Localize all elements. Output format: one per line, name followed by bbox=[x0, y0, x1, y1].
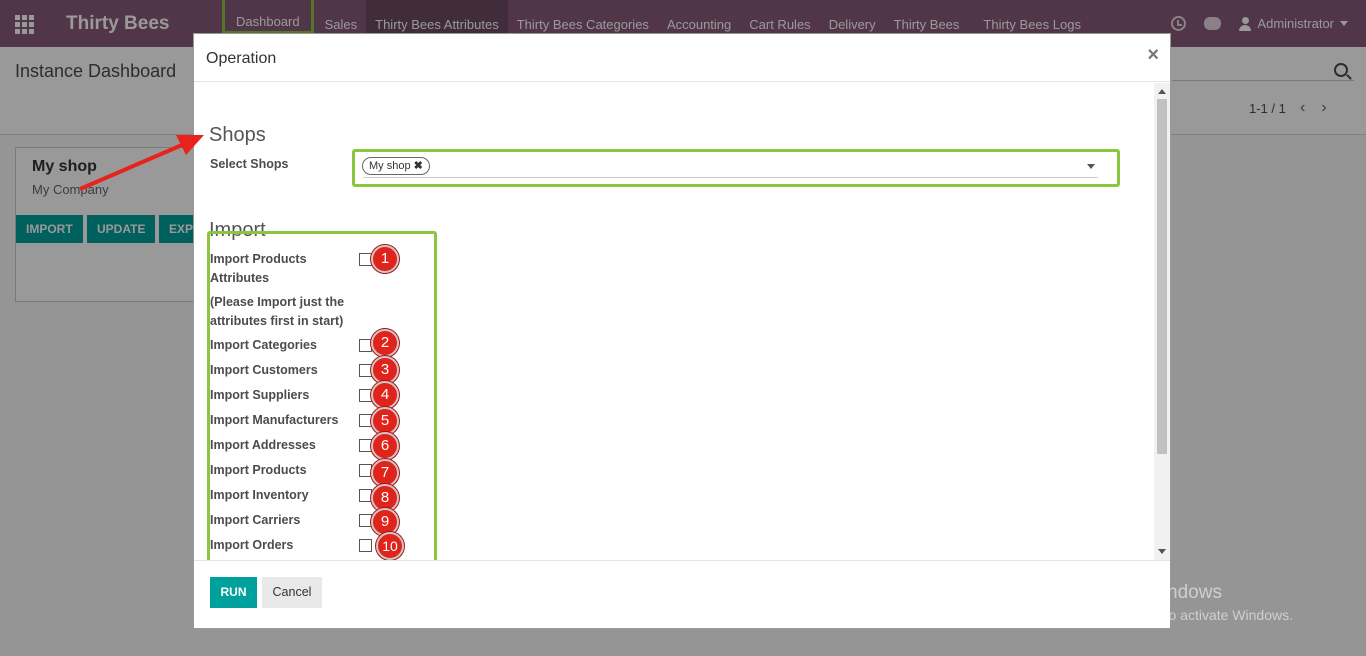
watermark-line2: Go to Settings to activate Windows. bbox=[1072, 607, 1293, 623]
windows-activation-watermark: Activate Windows Go to Settings to activ… bbox=[1072, 582, 1293, 623]
annotation-arrow bbox=[79, 135, 204, 191]
watermark-line1: Activate Windows bbox=[1072, 582, 1222, 603]
